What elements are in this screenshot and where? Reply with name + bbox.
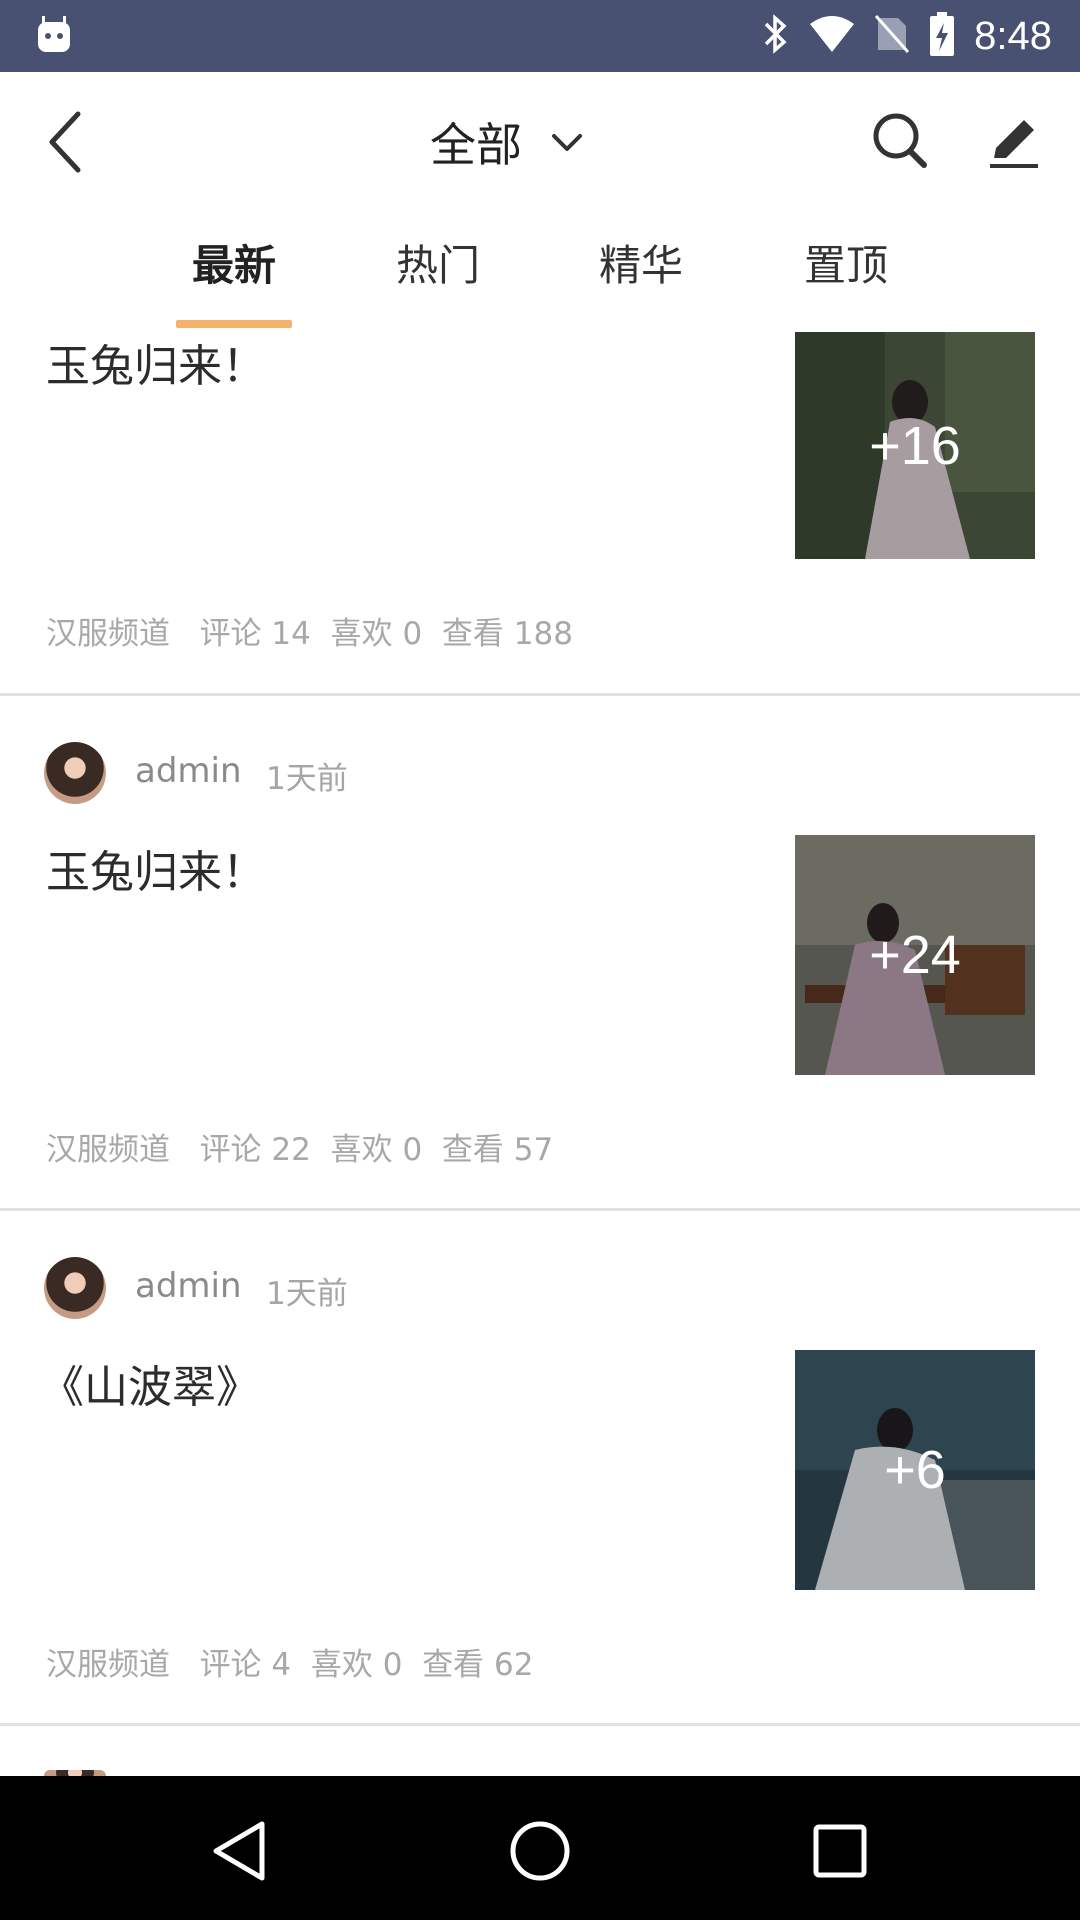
tab-featured[interactable]: 精华 [571,232,711,302]
back-button[interactable] [34,102,94,182]
post-thumbnail[interactable]: +24 [795,835,1035,1075]
tab-hot[interactable]: 热门 [368,232,508,302]
recents-square-icon [813,1824,867,1878]
post-channel: 汉服频道 [46,616,170,652]
comments-label: 评论 [199,1132,262,1168]
chevron-down-icon [552,134,582,151]
views-label: 查看 [441,1132,504,1168]
views-count: 57 [513,1132,554,1168]
back-triangle-icon [213,1821,265,1881]
top-app-bar: 全部 [0,72,1080,212]
search-icon [873,113,927,168]
likes-label: 喜欢 [310,1647,373,1683]
status-bar: 8:48 [0,0,1080,72]
views-label: 查看 [422,1647,485,1683]
post-title: 玉兔归来！ [46,341,266,392]
android-icon [36,14,72,54]
image-count-badge: +6 [884,1440,946,1500]
post-meta: 汉服频道 评论 22 喜欢 0 查看 57 [46,1124,553,1169]
post-item[interactable]: admin 1天前 玉兔归来！ +24 汉服频道 评论 22 喜欢 0 查看 5… [0,696,1080,1211]
likes-count: 0 [382,1647,403,1683]
compose-button[interactable] [982,108,1046,172]
active-tab-indicator [176,320,292,328]
post-channel: 汉服频道 [46,1132,170,1168]
post-thumbnail[interactable]: +16 [795,332,1035,559]
wifi-icon [808,14,856,58]
tab-latest[interactable]: 最新 [164,232,304,302]
avatar[interactable] [44,1257,106,1319]
likes-count: 0 [402,616,423,652]
edit-icon [990,120,1038,168]
comments-count: 14 [271,616,311,652]
page-title: 全部 [430,118,522,172]
comments-label: 评论 [199,616,262,652]
post-author[interactable]: admin [135,751,242,791]
bluetooth-icon [760,12,790,60]
status-time: 8:48 [974,13,1052,58]
post-time: 1天前 [266,1276,348,1312]
post-channel: 汉服频道 [46,1647,170,1683]
nav-home-button[interactable] [505,1816,575,1886]
likes-label: 喜欢 [330,1132,393,1168]
back-icon [49,111,81,173]
image-count-badge: +16 [869,415,961,476]
post-author[interactable]: admin [135,1266,242,1306]
tab-bar: 最新 热门 精华 置顶 [0,212,1080,332]
likes-label: 喜欢 [330,616,393,652]
nav-recents-button[interactable] [805,1816,875,1886]
tab-pinned[interactable]: 置顶 [776,232,916,302]
post-meta: 汉服频道 评论 4 喜欢 0 查看 62 [46,1639,534,1684]
post-time: 1天前 [266,761,348,797]
post-title: 玉兔归来！ [46,847,266,898]
comments-count: 22 [271,1132,311,1168]
divider [0,1723,1080,1726]
post-thumbnail[interactable]: +6 [795,1350,1035,1590]
image-count-badge: +24 [869,925,961,985]
category-dropdown[interactable]: 全部 [430,102,584,182]
views-count: 188 [513,616,573,652]
nav-back-button[interactable] [206,1816,276,1886]
no-sim-icon [874,12,910,60]
views-label: 查看 [441,616,504,652]
likes-count: 0 [402,1132,423,1168]
system-nav-bar [0,1776,1080,1920]
comments-count: 4 [271,1647,292,1683]
search-button[interactable] [868,108,932,172]
comments-label: 评论 [199,1647,262,1683]
home-circle-icon [510,1821,570,1881]
battery-charging-icon [928,11,956,61]
post-item[interactable]: 玉兔归来！ +16 汉服频道 评论 14 喜欢 0 查看 188 [0,330,1080,696]
views-count: 62 [494,1647,534,1683]
post-item[interactable]: admin 1天前 《山波翠》 +6 汉服频道 评论 4 喜欢 0 查看 62 [0,1211,1080,1726]
post-title: 《山波翠》 [40,1362,260,1413]
avatar[interactable] [44,742,106,804]
post-meta: 汉服频道 评论 14 喜欢 0 查看 188 [46,608,573,653]
